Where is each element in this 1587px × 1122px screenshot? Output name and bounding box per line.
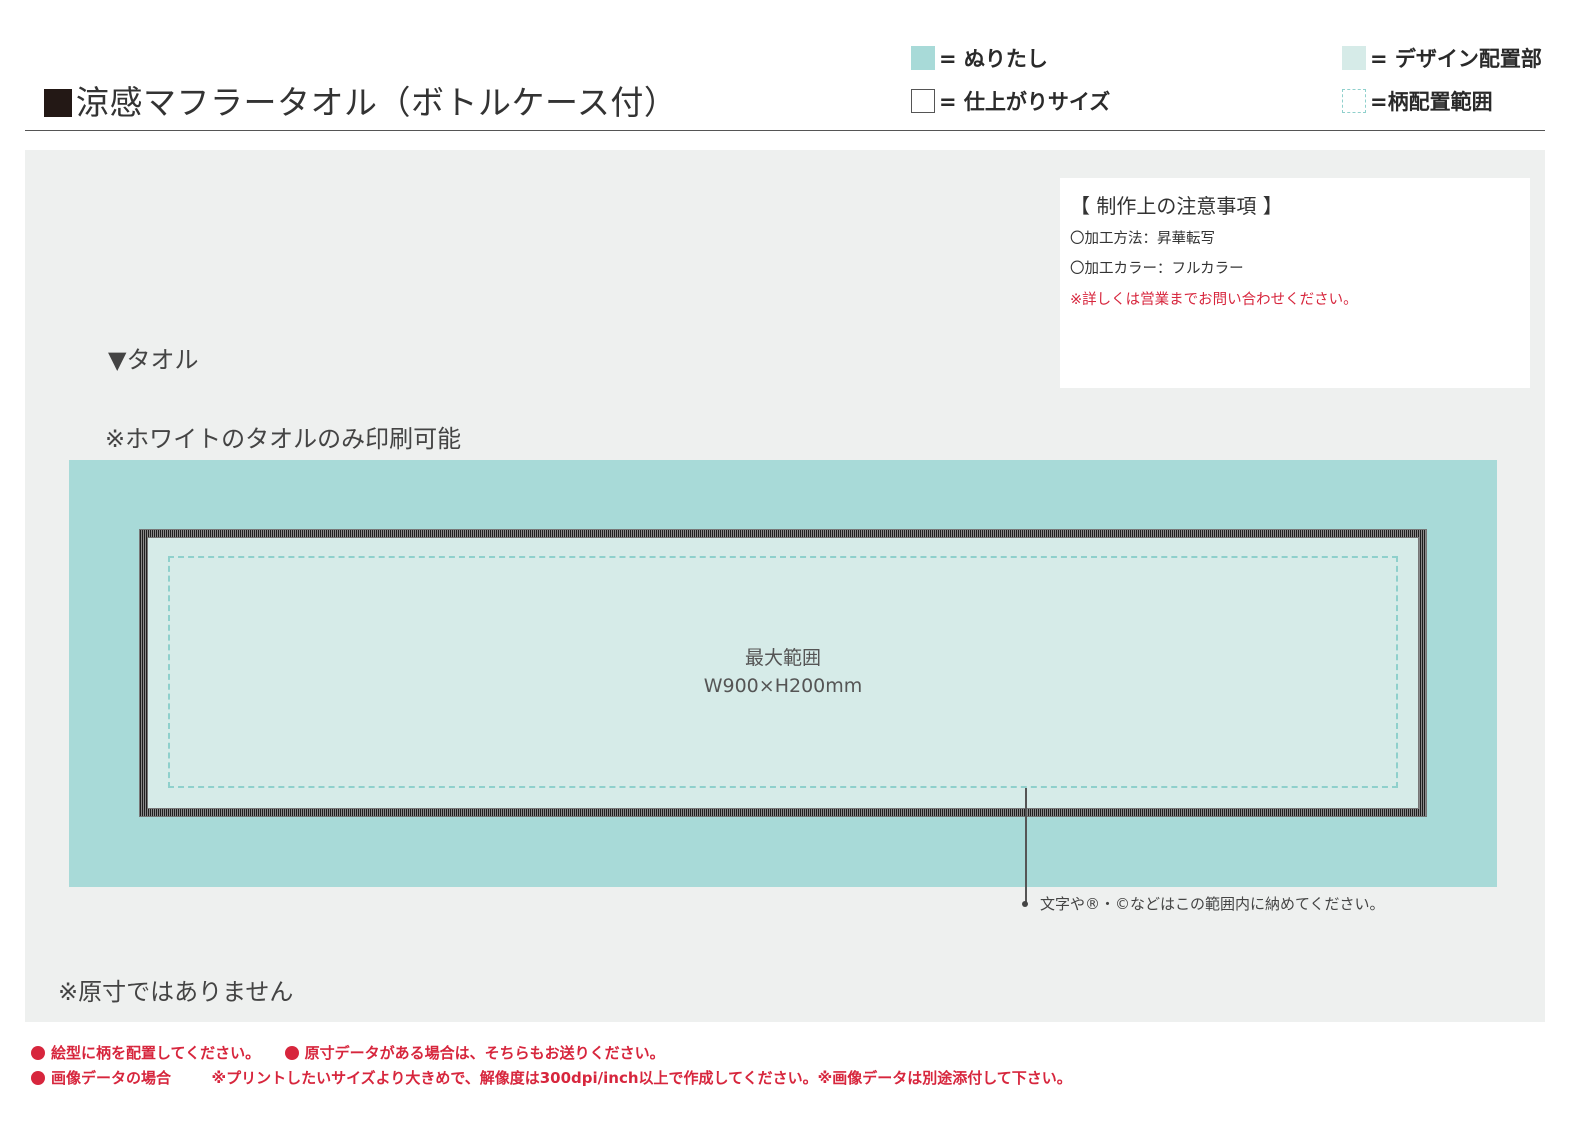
page-title-text: 涼感マフラータオル（ボトルケース付） — [76, 83, 678, 122]
not-actual-size-note: ※原寸ではありません — [58, 978, 294, 1006]
legend-finish-size-label: = 仕上がりサイズ — [939, 90, 1111, 114]
footer-note-original-data: 原寸データがある場合は、そちらもお送りください。 — [304, 1044, 665, 1062]
max-area-size: W900×H200mm — [703, 675, 863, 697]
notes-item-color: 〇加工カラー：フルカラー — [1070, 261, 1244, 277]
bullet-icon — [31, 1071, 45, 1085]
notes-warning: ※詳しくは営業までお問い合わせください。 — [1070, 292, 1358, 308]
bullet-icon — [284, 1046, 299, 1060]
pattern-range-swatch — [1342, 89, 1366, 113]
legend-finish-size: = 仕上がりサイズ — [911, 86, 1110, 116]
legend-bleed-label: = ぬりたし — [939, 47, 1048, 71]
leader-dot — [1022, 901, 1028, 907]
bleed-swatch — [911, 46, 935, 70]
max-area-label: 最大範囲 W900×H200mm — [168, 644, 1398, 700]
footer-note-place-pattern: 絵型に柄を配置してください。 — [51, 1044, 261, 1062]
print-note: ※ホワイトのタオルのみ印刷可能 — [105, 425, 462, 453]
legend-pattern-range-label: =柄配置範囲 — [1370, 90, 1493, 114]
leader-line — [1025, 788, 1027, 904]
bullet-icon — [31, 1046, 45, 1060]
legend-design-area: = デザイン配置部 — [1342, 43, 1542, 73]
legend-design-area-label: = デザイン配置部 — [1370, 47, 1542, 71]
design-area-swatch — [1342, 46, 1366, 70]
notes-item-method: 〇加工方法：昇華転写 — [1070, 231, 1215, 247]
legend-bleed: = ぬりたし — [911, 43, 1048, 73]
leader-note: 文字や®・©などはこの範囲内に納めてください。 — [1040, 895, 1385, 913]
production-notes-box: 【 制作上の注意事項 】 〇加工方法：昇華転写 〇加工カラー：フルカラー ※詳し… — [1060, 178, 1530, 388]
notes-title: 【 制作上の注意事項 】 — [1070, 194, 1283, 218]
footer-line-1: 絵型に柄を配置してください。 原寸データがある場合は、そちらもお送りください。 — [31, 1042, 665, 1063]
header-divider — [25, 130, 1545, 131]
section-label-towel: ▼タオル — [108, 346, 199, 374]
legend-pattern-range: =柄配置範囲 — [1342, 86, 1493, 116]
finish-size-swatch — [911, 89, 935, 113]
footer-note-resolution: ※プリントしたいサイズより大きめで、解像度は300dpi/inch以上で作成して… — [211, 1069, 1072, 1087]
title-square-mark — [44, 89, 72, 117]
footer-note-image-data: 画像データの場合 — [51, 1069, 172, 1087]
page-title: 涼感マフラータオル（ボトルケース付） — [44, 76, 677, 124]
max-area-title: 最大範囲 — [744, 647, 821, 669]
footer-line-2: 画像データの場合 ※プリントしたいサイズより大きめで、解像度は300dpi/in… — [31, 1067, 1072, 1088]
